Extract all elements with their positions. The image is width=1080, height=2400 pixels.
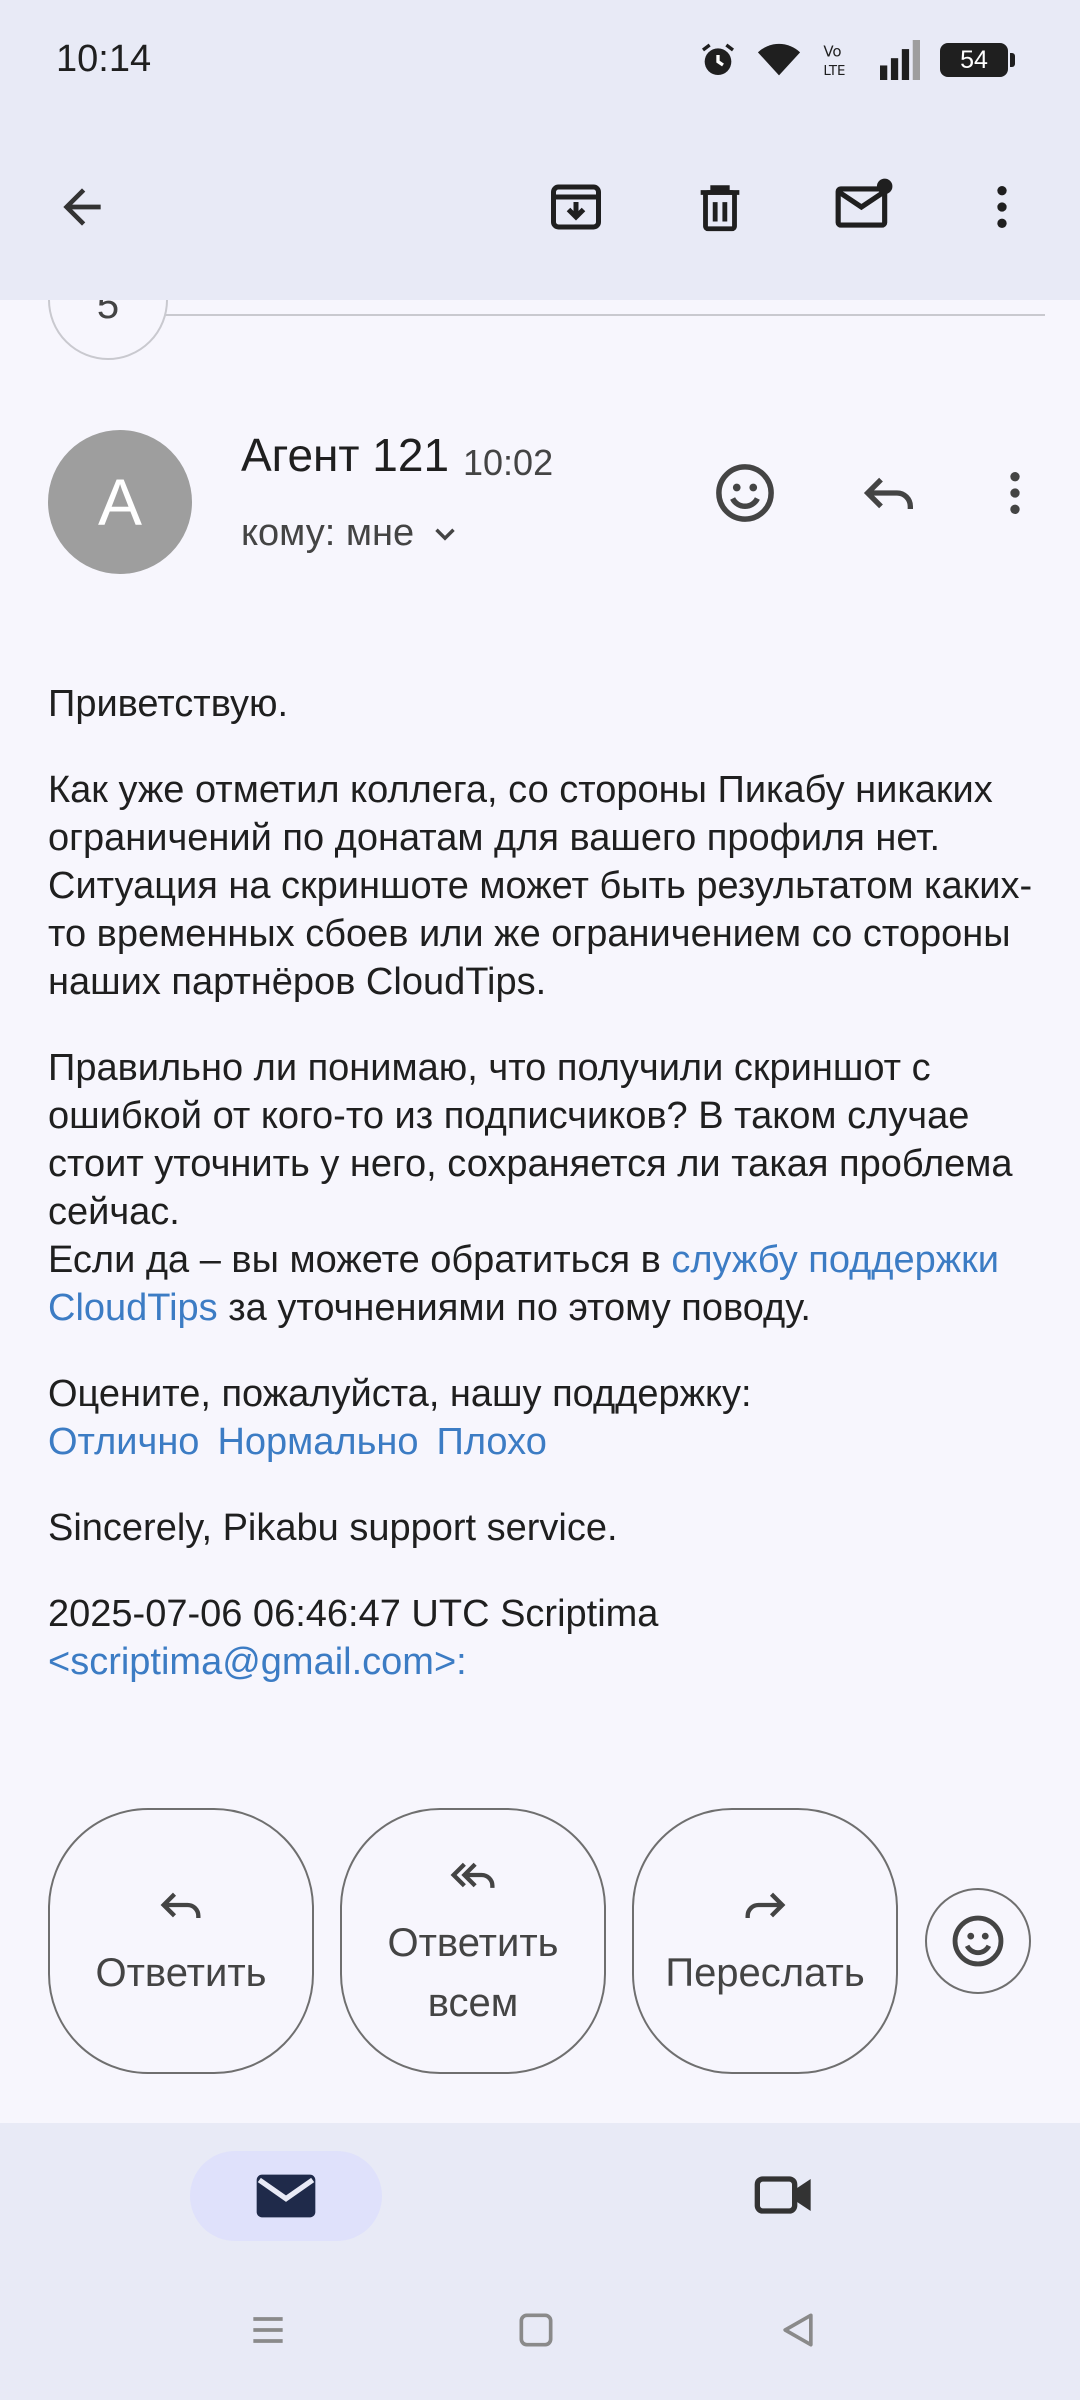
nav-mail-tab[interactable] <box>190 2151 382 2241</box>
rating-prompt: Оцените, пожалуйста, нашу поддержку: <box>48 1373 752 1415</box>
emoji-icon <box>716 464 774 522</box>
body-text: Как уже отметил коллега, со стороны Пика… <box>48 769 993 859</box>
more-options-button[interactable] <box>960 165 1044 249</box>
system-back-button[interactable] <box>776 2308 820 2357</box>
home-square-icon <box>519 2313 553 2347</box>
chevron-down-icon <box>435 528 455 541</box>
alarm-icon <box>702 43 734 75</box>
body-paragraph-1: Как уже отметил коллега, со стороны Пика… <box>48 766 1048 1006</box>
forward-icon <box>745 1892 786 1918</box>
menu-icon <box>253 2317 283 2343</box>
body-text: Правильно ли понимаю, что получили скрин… <box>48 1047 1013 1233</box>
mail-icon <box>256 2174 316 2218</box>
system-home-button[interactable] <box>514 2308 558 2357</box>
reply-label: Ответить <box>95 1951 267 1995</box>
app-bar <box>0 125 1080 300</box>
thread-count-badge[interactable]: 5 <box>48 300 168 360</box>
forward-button[interactable]: Переслать <box>632 1808 898 2074</box>
more-vert-icon <box>997 186 1007 228</box>
add-reaction-button[interactable] <box>925 1888 1031 1994</box>
rate-normal-link[interactable]: Нормально <box>217 1421 418 1463</box>
rating-block: Оцените, пожалуйста, нашу поддержку: Отл… <box>48 1370 1048 1466</box>
rate-excellent-link[interactable]: Отлично <box>48 1421 199 1463</box>
quote-email-link[interactable]: <scriptima@gmail.com>: <box>48 1641 467 1683</box>
reply-all-icon <box>450 1862 495 1888</box>
video-camera-icon <box>754 2176 811 2214</box>
quote-header-text: 2025-07-06 06:46:47 UTC Scriptima <box>48 1593 659 1635</box>
signal-icon <box>880 40 920 80</box>
body-text: Если да – вы можете обратиться в <box>48 1239 672 1281</box>
greeting: Приветствую. <box>48 683 289 725</box>
arrow-back-icon <box>63 188 101 226</box>
svg-text:LTE: LTE <box>823 64 845 79</box>
status-bar: 10:14 Vo LTE 54 <box>0 0 1080 125</box>
back-triangle-icon <box>783 2313 813 2347</box>
back-button[interactable] <box>40 165 124 249</box>
message-time: 10:02 <box>463 442 554 483</box>
reply-all-label: Ответить всем <box>387 1921 559 2025</box>
reply-icon <box>160 1892 201 1918</box>
nav-meet-tab[interactable] <box>752 2163 816 2232</box>
sender-name[interactable]: Агент 121 <box>241 428 449 482</box>
svg-text:Vo: Vo <box>823 43 841 61</box>
mark-unread-icon <box>835 178 893 228</box>
forward-label: Переслать <box>665 1951 865 1995</box>
quote-header: 2025-07-06 06:46:47 UTC Scriptima <scrip… <box>48 1590 1048 1686</box>
thread-divider <box>165 314 1045 316</box>
body-text: за уточнениями по этому поводу. <box>217 1287 811 1329</box>
battery-icon: 54 <box>940 43 1015 77</box>
delete-button[interactable] <box>678 165 762 249</box>
reply-icon-button[interactable] <box>844 448 934 538</box>
mark-unread-button[interactable] <box>822 165 906 249</box>
reply-icon <box>863 477 913 509</box>
react-button[interactable] <box>700 448 790 538</box>
archive-button[interactable] <box>534 165 618 249</box>
archive-icon <box>551 184 601 230</box>
bottom-navigation <box>0 2123 1080 2400</box>
email-body: Приветствую. Как уже отметил коллега, со… <box>48 680 1048 1753</box>
more-vert-icon <box>1010 472 1020 514</box>
status-icons: Vo LTE 54 <box>698 40 1015 80</box>
emoji-icon <box>952 1915 1004 1967</box>
wifi-icon <box>757 43 801 76</box>
rate-bad-link[interactable]: Плохо <box>437 1421 547 1463</box>
action-bar: Ответить Ответить всем Переслать <box>0 1790 1080 2120</box>
sender-avatar[interactable]: A <box>48 430 192 574</box>
system-menu-button[interactable] <box>246 2308 290 2357</box>
volte-icon: Vo LTE <box>823 43 845 79</box>
status-time: 10:14 <box>56 38 152 80</box>
recipient-details[interactable]: кому: мне <box>241 512 462 555</box>
reply-all-button[interactable]: Ответить всем <box>340 1808 606 2074</box>
delete-icon <box>700 185 740 232</box>
message-more-button[interactable] <box>970 448 1060 538</box>
body-text: Ситуация на скриншоте может быть результ… <box>48 865 1033 1003</box>
recipient-label: кому: мне <box>241 512 415 554</box>
reply-button[interactable]: Ответить <box>48 1808 314 2074</box>
body-paragraph-2: Правильно ли понимаю, что получили скрин… <box>48 1044 1048 1332</box>
collapsed-thread[interactable]: 5 <box>0 300 1080 370</box>
signature: Sincerely, Pikabu support service. <box>48 1507 618 1549</box>
